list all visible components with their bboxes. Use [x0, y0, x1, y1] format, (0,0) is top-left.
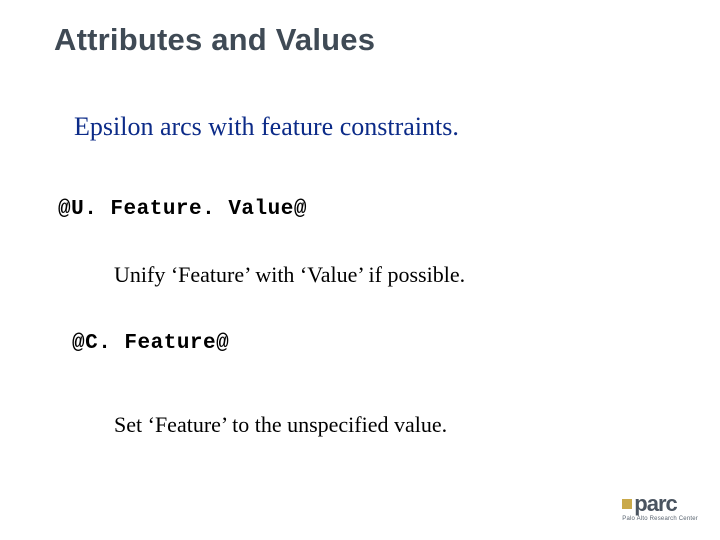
- description-2: Set ‘Feature’ to the unspecified value.: [114, 412, 447, 438]
- logo-subtitle: Palo Alto Research Center: [622, 516, 698, 522]
- description-1: Unify ‘Feature’ with ‘Value’ if possible…: [114, 262, 465, 288]
- logo-text-row: parc: [622, 493, 676, 515]
- slide-title: Attributes and Values: [54, 22, 375, 58]
- code-block-1: @U. Feature. Value@: [58, 198, 307, 221]
- parc-logo: parc Palo Alto Research Center: [622, 493, 698, 522]
- logo-square-icon: [622, 499, 632, 509]
- code-block-2: @C. Feature@: [72, 332, 229, 355]
- slide: Attributes and Values Epsilon arcs with …: [0, 0, 720, 540]
- slide-subtitle: Epsilon arcs with feature constraints.: [74, 112, 459, 142]
- logo-text: parc: [634, 493, 676, 515]
